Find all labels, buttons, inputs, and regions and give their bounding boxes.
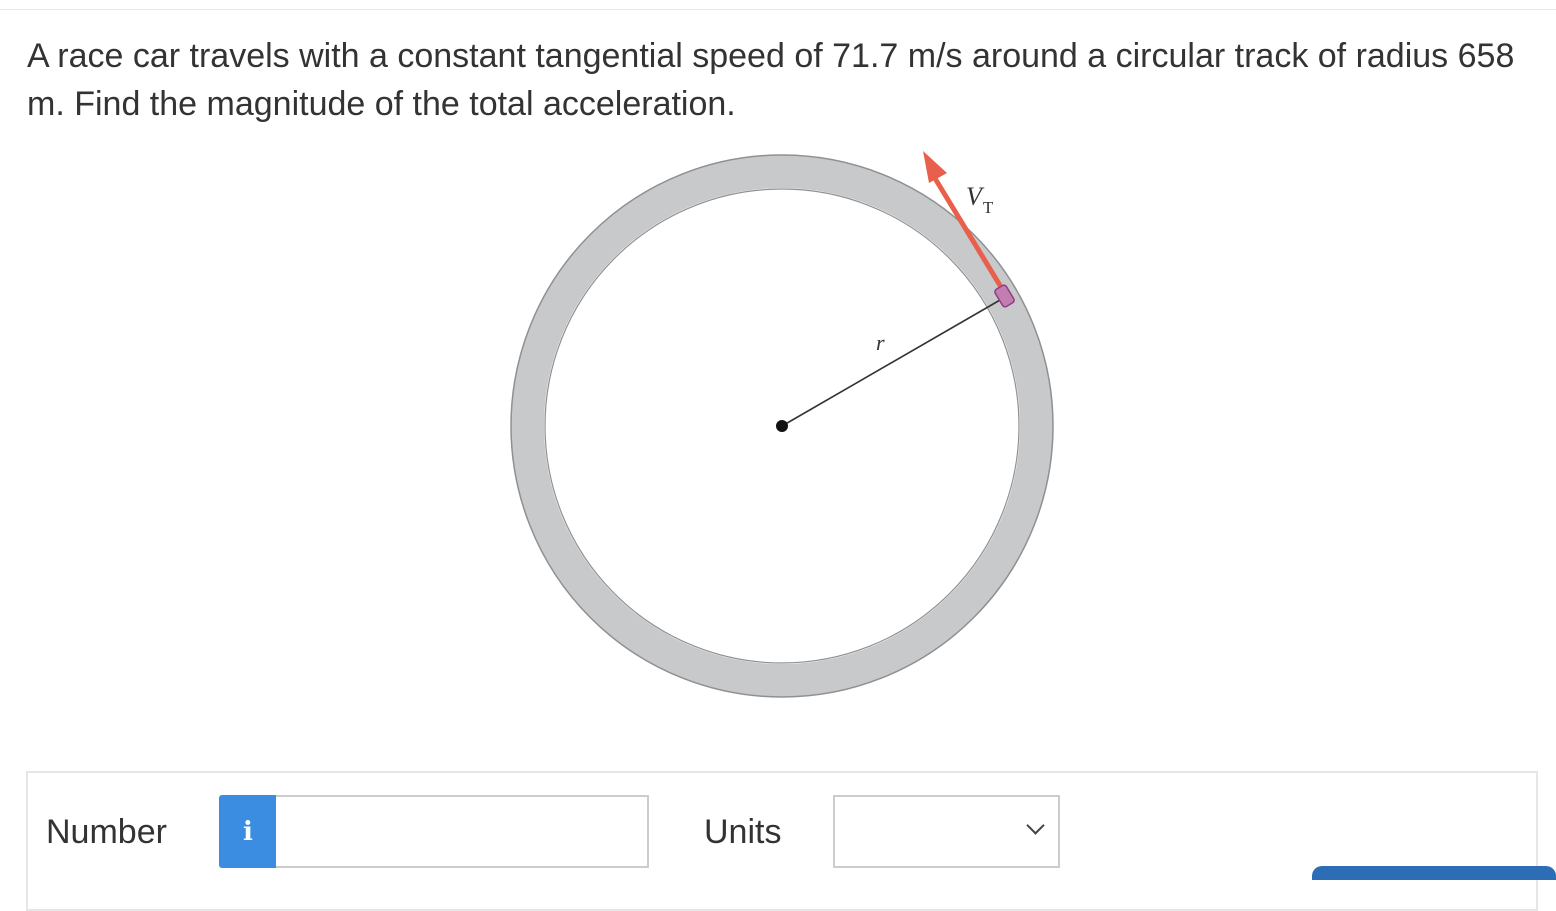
velocity-label: VT [966, 182, 994, 217]
units-label: Units [704, 813, 782, 851]
top-divider [0, 9, 1556, 10]
chevron-down-icon [1026, 816, 1045, 835]
question-text: A race car travels with a constant tange… [27, 37, 1515, 123]
number-label: Number [46, 813, 167, 851]
track-diagram: VT r [510, 151, 1054, 698]
number-input[interactable] [276, 795, 649, 868]
velocity-arrow-head [923, 151, 947, 183]
track-figure: VT r [500, 140, 1060, 710]
radius-label: r [876, 330, 885, 355]
velocity-subscript: T [983, 198, 994, 217]
center-point [776, 420, 788, 432]
info-icon[interactable]: i [219, 795, 277, 868]
submit-button-partial[interactable] [1312, 866, 1556, 880]
units-dropdown[interactable] [833, 795, 1060, 868]
